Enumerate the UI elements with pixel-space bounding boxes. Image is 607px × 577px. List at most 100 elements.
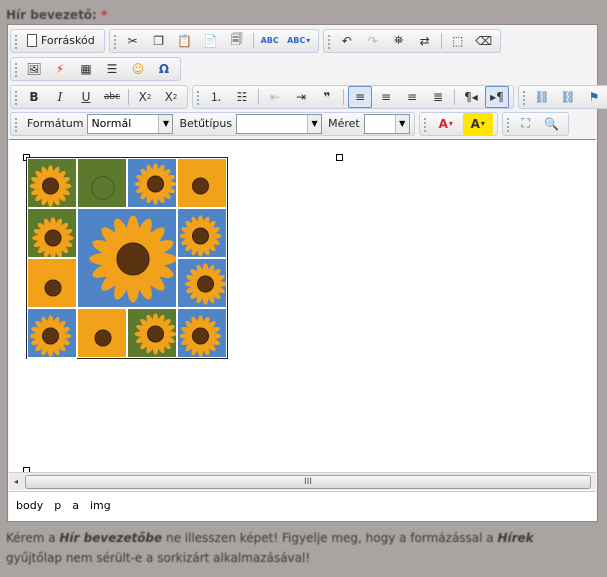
grip-icon[interactable] [13, 32, 19, 49]
grip-icon[interactable] [13, 115, 19, 132]
align-right-icon[interactable]: ≡ [400, 86, 424, 108]
toolbar-group-clipboard: ✂ ❐ 📋 📄 🗐 ABC ABC [108, 28, 319, 53]
undo-icon[interactable]: ↶ [335, 30, 359, 52]
superscript-icon[interactable]: X2 [159, 86, 183, 108]
redo-icon[interactable]: ↷ [361, 30, 385, 52]
size-select[interactable]: ▼ [363, 113, 410, 134]
toolbar-group-insert: 🖼 ⚡ ▦ ☰ ☺ Ω [10, 56, 181, 81]
field-label-text: Hír bevezető: [6, 8, 97, 22]
sunflower-icon [28, 259, 76, 307]
indent-icon[interactable]: ⇥ [289, 86, 313, 108]
cut-icon[interactable]: ✂ [121, 30, 145, 52]
bulleted-list-icon[interactable]: ☷ [230, 86, 254, 108]
source-doc-icon [27, 34, 37, 47]
grip-icon[interactable] [421, 115, 428, 132]
replace-icon[interactable]: ⇄ [413, 30, 437, 52]
grip-icon[interactable] [13, 60, 19, 77]
chevron-down-icon[interactable]: ▼ [394, 114, 409, 133]
bg-color-icon[interactable]: A [462, 112, 493, 135]
sunflower-icon [78, 209, 176, 307]
spellcheck-as-you-type-icon[interactable]: ABC [284, 30, 314, 52]
sunflower-icon [178, 209, 226, 257]
note-text: Kérem a [6, 531, 60, 545]
paste-word-icon[interactable]: 🗐 [225, 30, 249, 52]
sunflower-icon [28, 309, 76, 357]
copy-icon[interactable]: ❐ [147, 30, 171, 52]
required-mark: * [101, 8, 108, 22]
table-icon[interactable]: ▦ [74, 58, 98, 80]
blockquote-icon[interactable]: ❞ [315, 86, 339, 108]
underline-icon[interactable]: U [74, 86, 98, 108]
note-text: ne illesszen képet! Figyelje meg, hogy a… [162, 531, 498, 545]
horizontal-rule-icon[interactable]: ☰ [100, 58, 124, 80]
anchor-flag-icon[interactable]: ⚑ [582, 86, 606, 108]
grip-icon[interactable] [13, 88, 19, 105]
font-select[interactable]: ▼ [236, 113, 323, 134]
bold-icon[interactable]: B [22, 86, 46, 108]
chevron-down-icon[interactable]: ▼ [158, 114, 173, 133]
paste-icon[interactable]: 📋 [173, 30, 197, 52]
chevron-down-icon[interactable]: ▼ [307, 114, 322, 133]
find-icon[interactable]: ⛯ [387, 30, 411, 52]
unlink-icon[interactable]: ⛓ [556, 86, 580, 108]
sunflower-tile [27, 258, 77, 308]
sunflower-tile [177, 258, 227, 308]
toolbar-group-source: Forráskód [10, 28, 105, 53]
align-center-icon[interactable]: ≡ [374, 86, 398, 108]
grip-icon[interactable] [325, 32, 332, 49]
format-select[interactable]: Normál ▼ [87, 113, 174, 134]
image-icon[interactable]: 🖼 [22, 58, 46, 80]
paste-text-icon[interactable]: 📄 [199, 30, 223, 52]
scroll-left-icon[interactable]: ◂ [11, 475, 21, 488]
sunflower-icon [128, 309, 176, 357]
spellcheck-icon[interactable]: ABC [258, 30, 282, 52]
sunflower-icon [178, 259, 226, 307]
align-left-icon[interactable]: ≡ [348, 85, 372, 108]
numbered-list-icon[interactable]: ⒈ [204, 86, 228, 108]
path-item-body[interactable]: body [16, 499, 43, 512]
note-text: gyűjtőlap nem sérült-e a sorkizárt alkal… [6, 551, 311, 565]
toolbar-row-4: Formátum Normál ▼ Betűtípus ▼ Méret ▼ A … [10, 111, 573, 136]
grip-icon[interactable] [521, 88, 527, 105]
sunflower-icon [128, 159, 176, 207]
special-char-icon[interactable]: Ω [152, 58, 176, 80]
format-label: Formátum [27, 117, 84, 130]
path-item-p[interactable]: p [54, 499, 61, 512]
outdent-icon[interactable]: ⇤ [263, 86, 287, 108]
align-justify-icon[interactable]: ≣ [426, 86, 450, 108]
source-button[interactable]: Forráskód [22, 30, 100, 52]
smiley-icon[interactable]: ☺ [126, 58, 150, 80]
rtl-icon[interactable]: ▸¶ [485, 85, 509, 108]
sunflower-tile [177, 308, 227, 358]
maximize-icon[interactable]: ⛶ [514, 113, 538, 135]
help-note: Kérem a Hír bevezetőbe ne illesszen képe… [6, 528, 566, 568]
grip-icon[interactable] [111, 32, 118, 49]
link-icon[interactable]: ⛓ [530, 86, 554, 108]
grip-icon[interactable] [195, 88, 201, 105]
sunflower-tile [127, 158, 177, 208]
ltr-icon[interactable]: ¶◂ [459, 86, 483, 108]
horizontal-scrollbar[interactable]: ◂ III [9, 472, 596, 490]
remove-format-icon[interactable]: ⌫ [472, 30, 496, 52]
sunflower-tile [27, 358, 77, 360]
italic-icon[interactable]: I [48, 86, 72, 108]
grip-icon[interactable] [504, 115, 511, 132]
editor-content-area[interactable] [9, 139, 596, 492]
sunflower-tile [27, 208, 77, 258]
sunflower-icon [178, 159, 226, 207]
separator [258, 88, 259, 105]
text-color-icon[interactable]: A [431, 113, 461, 135]
path-item-a[interactable]: a [72, 499, 79, 512]
select-all-icon[interactable]: ⬚ [446, 30, 470, 52]
strike-icon[interactable]: abc [100, 86, 124, 108]
show-blocks-icon[interactable]: 🔍 [540, 113, 564, 135]
separator [343, 88, 344, 105]
subscript-icon[interactable]: X2 [133, 86, 157, 108]
resize-handle[interactable] [336, 154, 343, 161]
path-item-img[interactable]: img [90, 499, 111, 512]
scrollbar-thumb[interactable]: III [25, 475, 591, 489]
flash-icon[interactable]: ⚡ [48, 58, 72, 80]
sunflower-collage-image[interactable] [26, 157, 228, 360]
toolbar-row-1: Forráskód ✂ ❐ 📋 📄 🗐 ABC ABC ↶ ↷ ⛯ ⇄ [10, 28, 505, 53]
toolbar-row-2: 🖼 ⚡ ▦ ☰ ☺ Ω [10, 56, 185, 81]
